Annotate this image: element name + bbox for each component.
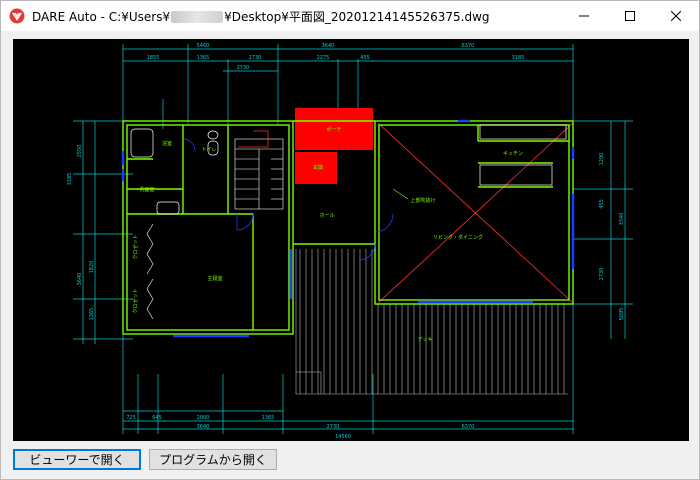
maximize-icon	[625, 11, 635, 21]
dim-top-2: 3640	[322, 43, 335, 49]
close-button[interactable]	[653, 1, 699, 31]
label-toilet: トイレ	[201, 147, 216, 153]
label-closet-1: クロゼット	[132, 234, 139, 259]
label-entrance: 玄関	[313, 164, 323, 171]
dim-bottom2-3: 6370	[462, 424, 475, 430]
open-with-program-button[interactable]: プログラムから開く	[149, 449, 277, 470]
dim-right-1: 1290	[599, 153, 605, 166]
title-bar[interactable]: DARE Auto - C:¥Users¥ ¥Desktop¥平面図_202012…	[1, 1, 699, 31]
dim-bottom-4: 1365	[262, 415, 275, 421]
dim-left-1: 2550	[77, 145, 83, 158]
maximize-button[interactable]	[607, 1, 653, 31]
title-path-prefix: DARE Auto - C:¥Users¥	[32, 9, 171, 24]
minimize-button[interactable]	[561, 1, 607, 31]
dim-left-4: 3640	[77, 273, 83, 286]
app-logo-icon	[9, 8, 25, 24]
floor-plan-drawing: 5460 3640 6370 1855 1365 2730 2275 455 3…	[13, 39, 689, 441]
label-deck: デッキ	[417, 336, 432, 343]
dim-bottom2-1: 3640	[197, 424, 210, 430]
dim-bottom-3: 2000	[197, 415, 210, 421]
dim-top-3: 6370	[462, 43, 475, 49]
window-controls	[561, 1, 699, 31]
dim-right-2: 3340	[619, 213, 625, 226]
dim-total: 14560	[335, 434, 351, 440]
open-in-viewer-button[interactable]: ビューワーで開く	[13, 449, 141, 470]
redacted-username	[171, 11, 224, 23]
dim-top3: 2730	[237, 65, 250, 71]
dim-top-1: 5460	[197, 43, 210, 49]
dim-right-3: 455	[599, 199, 605, 209]
title-path-suffix: ¥Desktop¥平面図_20201214145526375.dwg	[224, 9, 490, 24]
label-closet-2: クロゼット	[132, 288, 139, 313]
dim-top2-1: 1855	[147, 55, 160, 61]
close-icon	[671, 11, 681, 21]
dim-top2-5: 455	[360, 55, 370, 61]
dim-top2-2: 1365	[197, 55, 210, 61]
dim-left-3: 1820	[89, 261, 95, 274]
dim-left-2: 3185	[67, 173, 73, 186]
label-bedroom: 主寝室	[207, 275, 222, 282]
dim-left-5: 1365	[89, 308, 95, 321]
dim-bottom2-2: 2730	[327, 424, 340, 430]
dim-right-5: 5095	[619, 308, 625, 321]
label-bath: 浴室	[162, 140, 172, 147]
minimize-icon	[579, 15, 589, 17]
label-living: リビング・ダイニング	[433, 234, 483, 241]
dim-bottom-1: 725	[126, 415, 136, 421]
dim-right-4: 2730	[599, 268, 605, 281]
label-washroom: 洗面室	[139, 186, 154, 193]
window-title: DARE Auto - C:¥Users¥ ¥Desktop¥平面図_202012…	[32, 8, 490, 25]
cad-drawing-canvas[interactable]: 5460 3640 6370 1855 1365 2730 2275 455 3…	[13, 39, 689, 441]
dim-bottom-2: 645	[152, 415, 162, 421]
dim-top2-4: 2275	[317, 55, 330, 61]
label-kitchen: キッチン	[503, 151, 523, 157]
app-window: DARE Auto - C:¥Users¥ ¥Desktop¥平面図_202012…	[0, 0, 700, 480]
dim-top2-6: 3185	[512, 55, 525, 61]
dim-top2-3: 2730	[249, 55, 262, 61]
label-porch: ポーチ	[326, 126, 341, 133]
label-void: 上部吹抜け	[410, 197, 435, 204]
label-hall: ホール	[319, 213, 334, 219]
